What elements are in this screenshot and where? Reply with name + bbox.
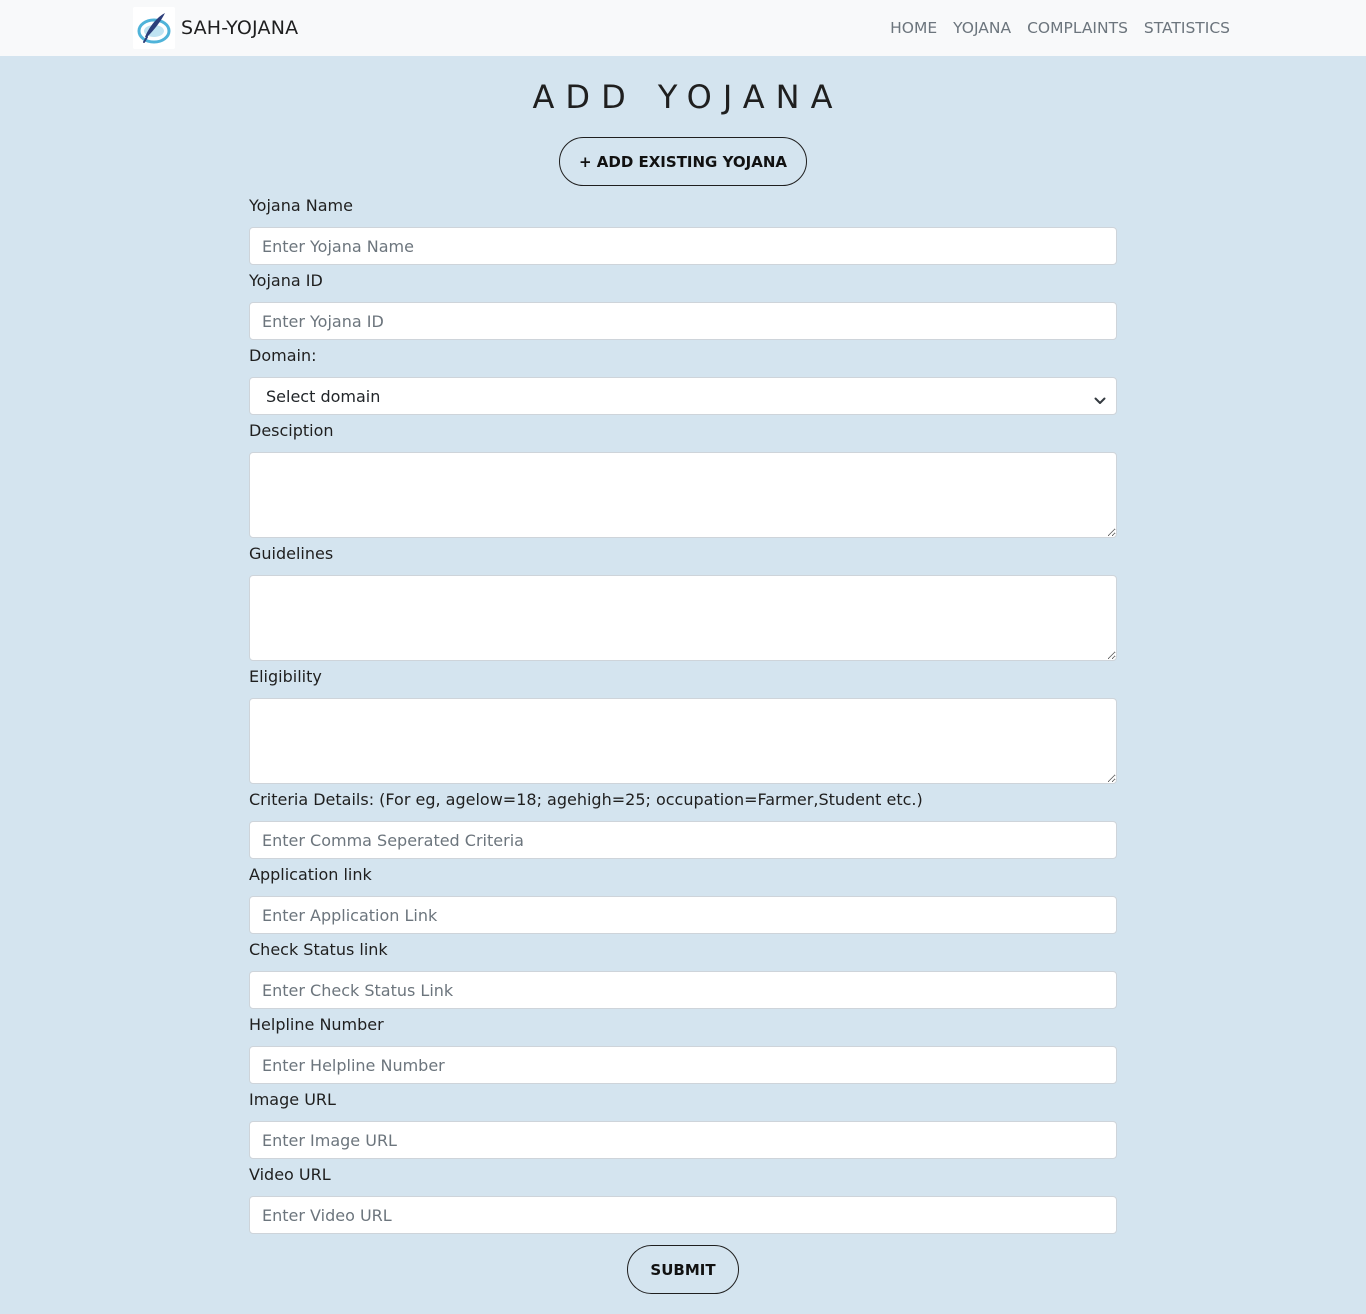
criteria-input[interactable] [249,821,1117,859]
criteria-label: Criteria Details: (For eg, agelow=18; ag… [249,790,923,809]
check-status-link-label: Check Status link [249,940,388,959]
description-label: Desciption [249,421,334,440]
image-url-input[interactable] [249,1121,1117,1159]
helpline-number-input[interactable] [249,1046,1117,1084]
yojana-name-input[interactable] [249,227,1117,265]
application-link-input[interactable] [249,896,1117,934]
application-link-label: Application link [249,865,372,884]
nav-link-yojana[interactable]: YOJANA [953,19,1011,37]
domain-select[interactable]: Select domain [249,377,1117,415]
navbar: SAH-YOJANA HOME YOJANA COMPLAINTS STATIS… [0,0,1366,56]
brand-name: SAH-YOJANA [181,17,299,39]
submit-button[interactable]: SUBMIT [627,1245,739,1294]
brand-link[interactable]: SAH-YOJANA [133,7,298,49]
quill-logo-icon [133,7,175,49]
nav-link-complaints[interactable]: COMPLAINTS [1027,19,1128,37]
description-textarea[interactable] [249,452,1117,538]
nav-links: HOME YOJANA COMPLAINTS STATISTICS [874,0,1230,56]
eligibility-textarea[interactable] [249,698,1117,784]
yojana-name-label: Yojana Name [249,196,353,215]
check-status-link-input[interactable] [249,971,1117,1009]
eligibility-label: Eligibility [249,667,322,686]
domain-selected-value: Select domain [266,386,381,406]
video-url-input[interactable] [249,1196,1117,1234]
page-title: ADD YOJANA [532,78,844,116]
nav-link-statistics[interactable]: STATISTICS [1144,19,1230,37]
video-url-label: Video URL [249,1165,331,1184]
chevron-down-icon [1094,391,1106,410]
guidelines-label: Guidelines [249,544,334,563]
helpline-number-label: Helpline Number [249,1015,384,1034]
guidelines-textarea[interactable] [249,575,1117,661]
domain-label: Domain: [249,346,317,365]
add-existing-yojana-button[interactable]: + ADD EXISTING YOJANA [559,137,807,186]
yojana-id-input[interactable] [249,302,1117,340]
image-url-label: Image URL [249,1090,336,1109]
nav-link-home[interactable]: HOME [890,19,937,37]
yojana-id-label: Yojana ID [249,271,323,290]
